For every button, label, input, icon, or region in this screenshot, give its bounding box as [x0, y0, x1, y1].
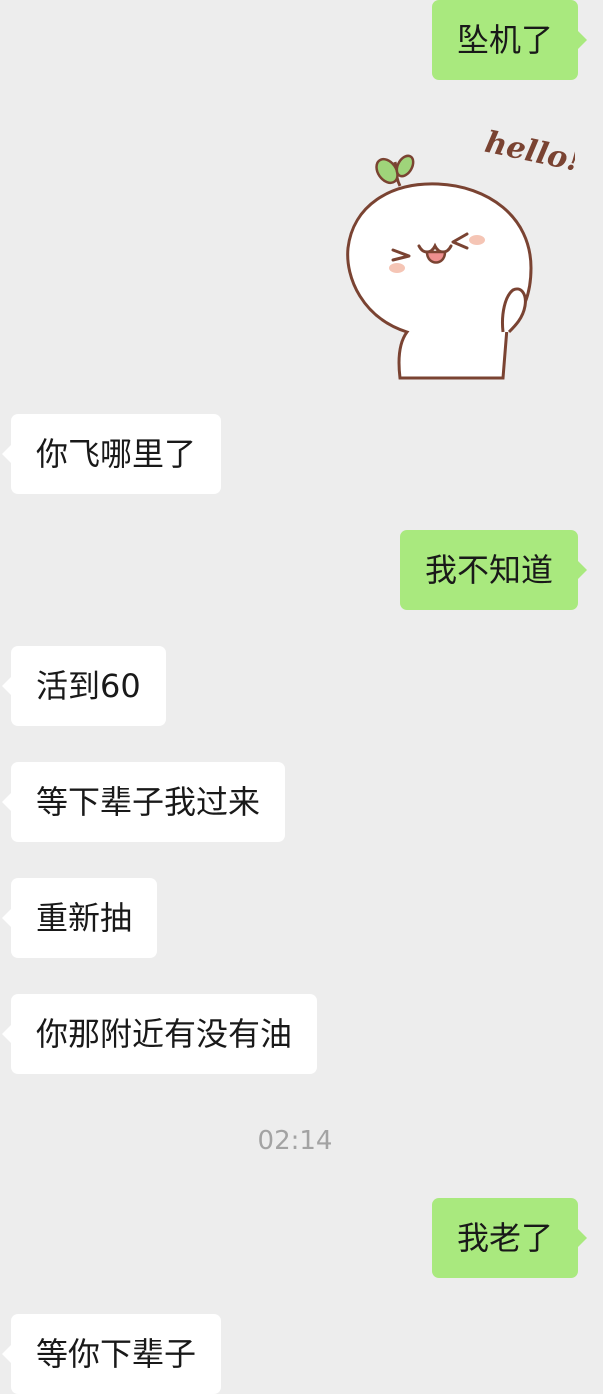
message-bubble-incoming[interactable]: 重新抽 [1, 878, 158, 958]
sticker-hello-text: hello! [482, 125, 575, 179]
message-bubble-outgoing[interactable]: 坠机了 [431, 0, 588, 80]
message-bubble-incoming[interactable]: 活到60 [2, 646, 166, 726]
message-timestamp: 02:14 [257, 1126, 333, 1156]
message-bubble-incoming[interactable]: 你那附近有没有油 [1, 994, 318, 1074]
message-bubble-incoming[interactable]: 等你下辈子 [1, 1314, 222, 1394]
message-bubble-incoming[interactable]: 等下辈子我过来 [1, 762, 286, 842]
hello-sticker[interactable]: hello! [335, 118, 575, 380]
message-bubble-outgoing[interactable]: 我老了 [431, 1198, 588, 1278]
message-bubble-outgoing[interactable]: 我不知道 [399, 530, 588, 610]
message-bubble-incoming[interactable]: 你飞哪里了 [1, 414, 222, 494]
